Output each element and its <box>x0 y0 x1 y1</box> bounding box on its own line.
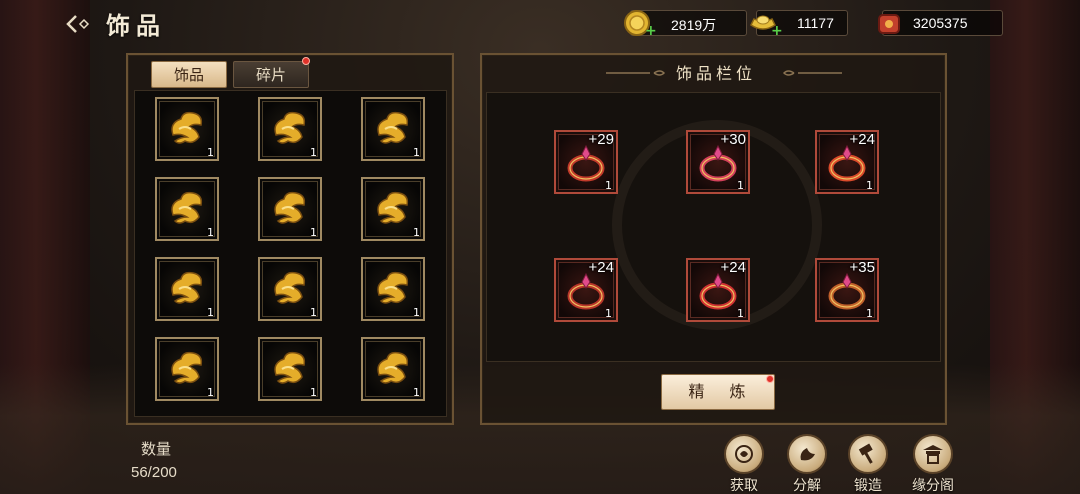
enhance-level: +24 <box>849 131 875 148</box>
inventory-slot[interactable]: 1 <box>155 257 219 321</box>
decompose-button[interactable]: 分解 <box>779 434 835 494</box>
gold-cloud-ornament-icon <box>274 111 306 144</box>
gold-cloud-ornament-icon <box>377 191 409 224</box>
enhance-level: +35 <box>849 259 875 276</box>
equip-count: 1 <box>866 179 873 192</box>
quantity-value: 56/200 <box>131 464 177 481</box>
forge-label: 锻造 <box>854 478 882 494</box>
equip-slot[interactable]: +24 1 <box>686 258 750 322</box>
gold-cloud-ornament-icon <box>377 271 409 304</box>
red-crystal-ornament-icon <box>699 144 737 182</box>
item-count: 1 <box>413 226 420 239</box>
red-gem-ring-icon <box>699 272 737 310</box>
enhance-level: +29 <box>588 131 614 148</box>
back-arrow-icon <box>66 15 90 33</box>
gold-cloud-ornament-icon <box>274 351 306 384</box>
pavilion-label: 缘分阁 <box>912 478 954 494</box>
back-button[interactable] <box>62 10 94 38</box>
item-count: 1 <box>413 146 420 159</box>
refine-button[interactable]: 精 炼 <box>661 374 775 410</box>
obtain-icon <box>735 445 753 463</box>
inventory-slot[interactable]: 1 <box>155 177 219 241</box>
equip-slot[interactable]: +30 1 <box>686 130 750 194</box>
inventory-slot[interactable]: 1 <box>361 177 425 241</box>
gold-value: 2819万 <box>671 17 717 33</box>
gold-red-ring-icon <box>828 144 866 182</box>
decompose-icon <box>800 448 815 461</box>
page-title: 饰品 <box>106 12 166 40</box>
fragments-notification-dot <box>302 57 310 65</box>
enhance-level: +30 <box>720 131 746 148</box>
title-ornament-left-icon <box>606 70 666 76</box>
title-ornament-right-icon <box>782 70 842 76</box>
enhance-level: +24 <box>720 259 746 276</box>
gold-cloud-ornament-icon <box>377 351 409 384</box>
inventory-slot[interactable]: 1 <box>361 97 425 161</box>
item-count: 1 <box>310 306 317 319</box>
enhance-level: +24 <box>588 259 614 276</box>
forge-button[interactable]: 锻造 <box>840 434 896 494</box>
equip-slot[interactable]: +35 1 <box>815 258 879 322</box>
item-count: 1 <box>207 226 214 239</box>
resource-red-gem[interactable]: 3205375 <box>878 10 1003 36</box>
inventory-slot[interactable]: 1 <box>258 177 322 241</box>
item-count: 1 <box>413 386 420 399</box>
equip-count: 1 <box>737 179 744 192</box>
item-count: 1 <box>310 146 317 159</box>
forge-hammer-icon <box>858 443 873 464</box>
red-ribbon-ornament-icon <box>567 144 605 182</box>
equip-slot[interactable]: +24 1 <box>815 130 879 194</box>
gold-cloud-ornament-icon <box>171 351 203 384</box>
item-count: 1 <box>207 306 214 319</box>
resource-gold-ingot[interactable]: + 11177 <box>750 10 848 39</box>
gold-cloud-ornament-icon <box>274 271 306 304</box>
add-gold-icon[interactable]: + <box>645 23 657 39</box>
resource-gold-coin[interactable]: + 2819万 <box>624 10 747 39</box>
add-ingot-icon[interactable]: + <box>771 23 783 39</box>
equip-count: 1 <box>737 307 744 320</box>
pavilion-icon <box>923 445 943 464</box>
tab-accessories[interactable]: 饰品 <box>151 61 227 88</box>
ingot-value: 11177 <box>797 15 834 31</box>
obtain-button[interactable]: 获取 <box>716 434 772 494</box>
item-count: 1 <box>413 306 420 319</box>
decompose-label: 分解 <box>793 478 821 494</box>
slots-title: 饰品栏位 <box>676 64 757 83</box>
item-count: 1 <box>207 146 214 159</box>
inventory-slot[interactable]: 1 <box>361 257 425 321</box>
item-count: 1 <box>310 386 317 399</box>
inventory-slot[interactable]: 1 <box>258 97 322 161</box>
refine-notification-dot <box>766 375 774 383</box>
item-count: 1 <box>310 226 317 239</box>
gold-cloud-ornament-icon <box>171 191 203 224</box>
red-knot-ornament-icon <box>567 272 605 310</box>
obtain-label: 获取 <box>730 478 758 494</box>
inventory-slot[interactable]: 1 <box>258 337 322 401</box>
gem-value: 3205375 <box>913 15 968 31</box>
gold-cloud-ornament-icon <box>171 271 203 304</box>
equip-count: 1 <box>605 307 612 320</box>
red-gem-pouch-icon <box>878 14 900 34</box>
tab-fragments[interactable]: 碎片 <box>233 61 309 88</box>
equip-slot[interactable]: +24 1 <box>554 258 618 322</box>
gold-cloud-ornament-icon <box>274 191 306 224</box>
gold-cloud-ornament-icon <box>171 111 203 144</box>
item-count: 1 <box>207 386 214 399</box>
inventory-slot[interactable]: 1 <box>361 337 425 401</box>
inventory-slot[interactable]: 1 <box>155 337 219 401</box>
equip-slot[interactable]: +29 1 <box>554 130 618 194</box>
quantity-label: 数量 <box>141 440 172 458</box>
equip-count: 1 <box>866 307 873 320</box>
gold-purple-ring-icon <box>828 272 866 310</box>
equip-count: 1 <box>605 179 612 192</box>
gold-cloud-ornament-icon <box>377 111 409 144</box>
inventory-slot[interactable]: 1 <box>258 257 322 321</box>
inventory-slot[interactable]: 1 <box>155 97 219 161</box>
pavilion-button[interactable]: 缘分阁 <box>903 434 963 494</box>
